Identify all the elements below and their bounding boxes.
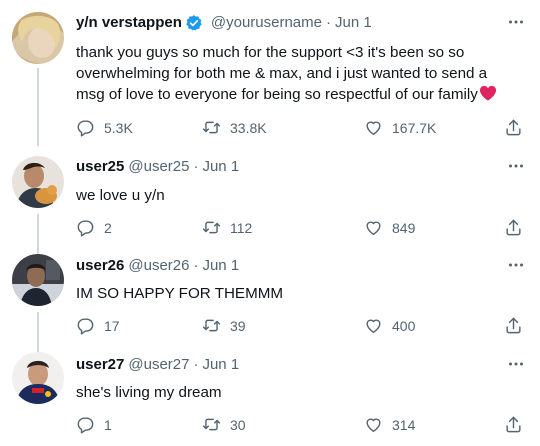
retweet-count: 33.8K xyxy=(230,119,267,136)
red-heart-emoji-icon xyxy=(479,85,497,101)
user-handle[interactable]: @user27 xyxy=(128,355,189,375)
separator-dot: · xyxy=(193,356,199,373)
like-button[interactable]: 167.7K xyxy=(364,118,436,137)
verified-badge-icon xyxy=(185,14,203,32)
avatar[interactable] xyxy=(12,12,64,64)
like-count: 400 xyxy=(392,317,416,334)
like-count: 167.7K xyxy=(392,119,437,136)
reply-button[interactable]: 1 xyxy=(76,415,112,434)
reply-tweet[interactable]: user26 @user26 · Jun 1 IM SO HAPPY FOR T… xyxy=(0,250,540,396)
display-name[interactable]: user27 xyxy=(76,355,124,375)
user-handle[interactable]: @user26 xyxy=(128,256,189,276)
reply-icon xyxy=(76,218,95,237)
tweet-text: thank you guys so much for the support <… xyxy=(76,42,497,105)
reply-tweet[interactable]: user27 @user27 · Jun 1 she's living my d… xyxy=(0,350,540,446)
tweet-text-line: overwhelming for both me & max, and i ju… xyxy=(76,65,488,82)
tweet-text-line: she's living my dream xyxy=(76,384,222,401)
tweet-text: we love u y/n xyxy=(76,185,165,206)
tweet-header: user25 @user25 · Jun 1 xyxy=(76,157,239,177)
share-icon[interactable] xyxy=(504,316,523,335)
reply-count: 2 xyxy=(104,219,112,236)
tweet-text-line: IM SO HAPPY FOR THEMMM xyxy=(76,285,284,302)
tweet-header: y/n verstappen @yourusername · Jun 1 xyxy=(76,13,372,33)
tweet-header: user27 @user27 · Jun 1 xyxy=(76,355,239,375)
retweet-icon xyxy=(202,415,221,434)
tweet-header: user26 @user26 · Jun 1 xyxy=(76,256,239,276)
tweet-date[interactable]: Jun 1 xyxy=(202,355,239,375)
display-name[interactable]: y/n verstappen xyxy=(76,13,182,33)
like-button[interactable]: 314 xyxy=(364,415,415,434)
retweet-count: 30 xyxy=(230,416,246,433)
tweet-text-line: thank you guys so much for the support <… xyxy=(76,44,465,61)
share-icon[interactable] xyxy=(504,118,523,137)
separator-dot: · xyxy=(193,257,199,274)
like-count: 314 xyxy=(392,416,416,433)
tweet-text-line: msg of love to everyone for being so res… xyxy=(76,84,497,105)
tweet-text: she's living my dream xyxy=(76,382,222,403)
reply-button[interactable]: 17 xyxy=(76,316,120,335)
thread-line xyxy=(37,68,39,146)
retweet-button[interactable]: 112 xyxy=(202,218,252,237)
reply-button[interactable]: 5.3K xyxy=(76,118,133,137)
reply-count: 1 xyxy=(104,416,112,433)
reply-tweet[interactable]: user25 @user25 · Jun 1 we love u y/n 2 1… xyxy=(0,150,540,296)
avatar[interactable] xyxy=(12,254,64,306)
like-button[interactable]: 400 xyxy=(364,316,415,335)
like-icon xyxy=(364,316,383,335)
retweet-icon xyxy=(202,118,221,137)
tweet-date[interactable]: Jun 1 xyxy=(202,256,239,276)
retweet-icon xyxy=(202,316,221,335)
avatar[interactable] xyxy=(12,352,64,404)
more-options-icon[interactable] xyxy=(508,361,524,367)
like-count: 849 xyxy=(392,219,416,236)
more-options-icon[interactable] xyxy=(508,262,524,268)
tweet-date[interactable]: Jun 1 xyxy=(335,13,372,33)
display-name[interactable]: user26 xyxy=(76,256,124,276)
tweet-date[interactable]: Jun 1 xyxy=(202,157,239,177)
avatar[interactable] xyxy=(12,156,64,208)
more-options-icon[interactable] xyxy=(508,19,524,25)
user-handle[interactable]: @yourusername xyxy=(211,13,322,33)
retweet-button[interactable]: 39 xyxy=(202,316,246,335)
share-icon[interactable] xyxy=(504,218,523,237)
display-name[interactable]: user25 xyxy=(76,157,124,177)
separator-dot: · xyxy=(193,158,199,175)
tweet-text-line: we love u y/n xyxy=(76,187,165,204)
retweet-button[interactable]: 30 xyxy=(202,415,246,434)
tweet-main[interactable]: y/n verstappen @yourusername · Jun 1 tha… xyxy=(0,0,540,150)
share-icon[interactable] xyxy=(504,415,523,434)
user-handle[interactable]: @user25 xyxy=(128,157,189,177)
tweet-text-fragment: msg of love to everyone for being so res… xyxy=(76,86,478,103)
more-options-icon[interactable] xyxy=(508,163,524,169)
separator-dot: · xyxy=(325,14,331,31)
retweet-icon xyxy=(202,218,221,237)
like-icon xyxy=(364,415,383,434)
reply-button[interactable]: 2 xyxy=(76,218,112,237)
retweet-count: 39 xyxy=(230,317,246,334)
reply-icon xyxy=(76,316,95,335)
reply-count: 17 xyxy=(104,317,120,334)
like-icon xyxy=(364,118,383,137)
reply-icon xyxy=(76,118,95,137)
like-icon xyxy=(364,218,383,237)
retweet-count: 112 xyxy=(230,219,253,236)
like-button[interactable]: 849 xyxy=(364,218,415,237)
reply-count: 5.3K xyxy=(104,119,133,136)
tweet-text: IM SO HAPPY FOR THEMMM xyxy=(76,283,283,304)
retweet-button[interactable]: 33.8K xyxy=(202,118,267,137)
reply-icon xyxy=(76,415,95,434)
